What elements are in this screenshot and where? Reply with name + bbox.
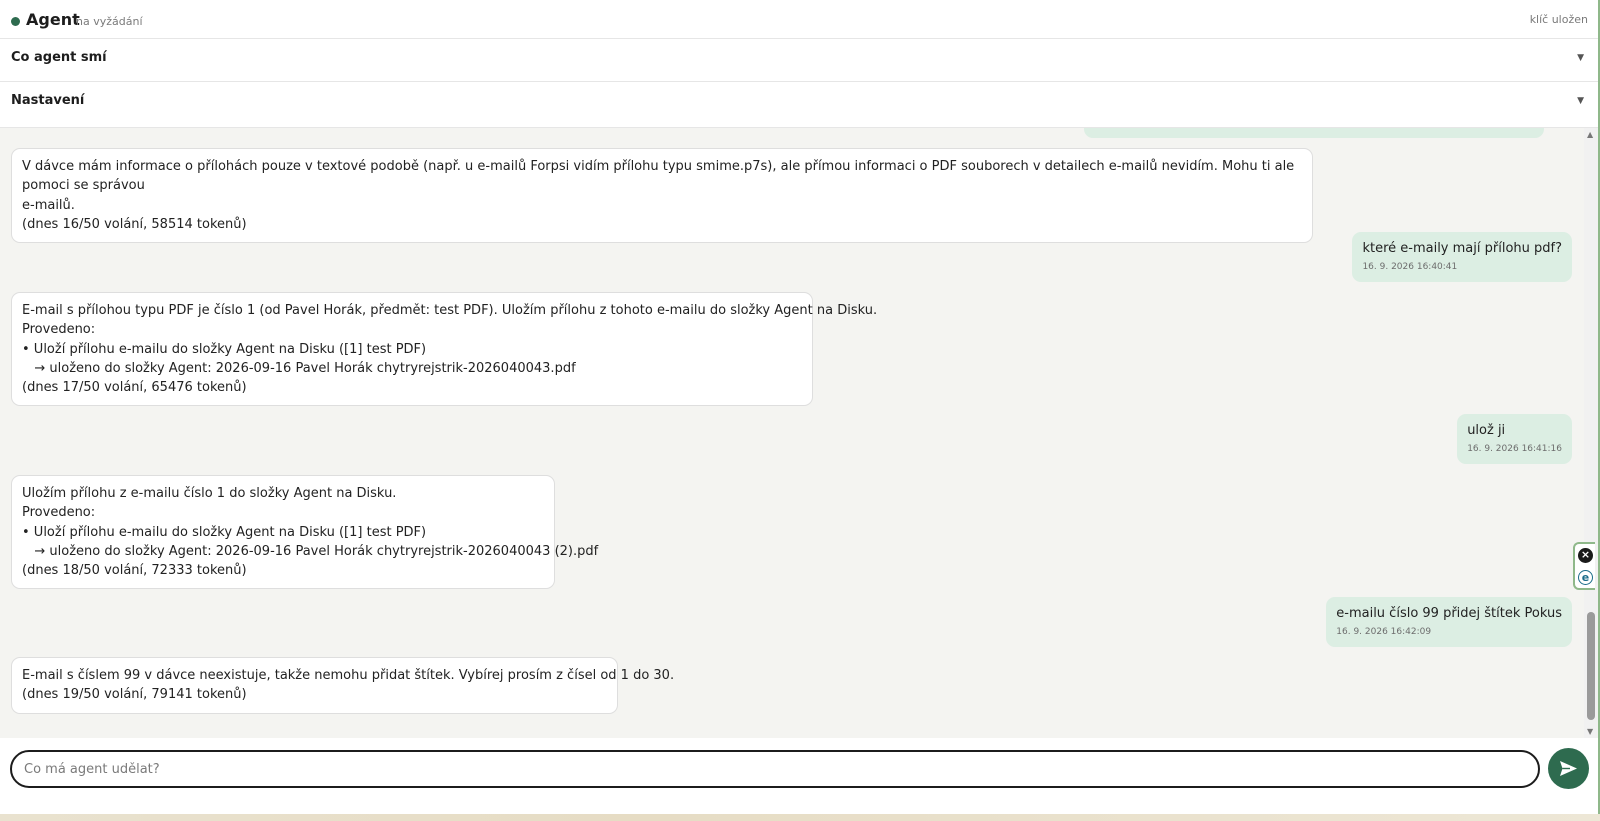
- message-line: • Uloží přílohu e-mailu do složky Agent …: [22, 524, 427, 540]
- chevron-down-icon: ▼: [1577, 53, 1584, 63]
- agent-message: E-mail s číslem 99 v dávce neexistuje, t…: [11, 657, 675, 714]
- message-line: V dávce mám informace o přílohách pouze …: [22, 159, 1295, 194]
- top-bar: Agent na vyžádání klíč uložen: [0, 0, 1598, 39]
- close-icon[interactable]: ×: [1578, 548, 1593, 563]
- e-icon[interactable]: e: [1578, 570, 1593, 585]
- agent-message: E-mail s přílohou typu PDF je číslo 1 (o…: [11, 292, 878, 407]
- message-line: • Uloží přílohu e-mailu do složky Agent …: [22, 341, 427, 357]
- message-line: Provedeno:: [22, 322, 96, 338]
- message-timestamp: 16. 9. 2026 16:40:41: [1362, 262, 1458, 273]
- composer: [0, 738, 1598, 814]
- message-text: které e-maily mají přílohu pdf?: [1362, 241, 1562, 256]
- agent-mode: na vyžádání: [76, 15, 143, 28]
- message-line: Provedeno:: [22, 505, 96, 521]
- previous-message-fragment: [1084, 128, 1544, 138]
- chevron-down-icon: ▼: [1577, 96, 1584, 106]
- agent-panel: Agent na vyžádání klíč uložen Co agent s…: [0, 0, 1600, 814]
- section-permissions-toggle[interactable]: Co agent smí ▼: [0, 39, 1598, 82]
- message-line: E-mail s přílohou typu PDF je číslo 1 (o…: [22, 303, 878, 318]
- prompt-input[interactable]: [10, 750, 1540, 788]
- key-status: klíč uložen: [1529, 13, 1588, 26]
- user-message: které e-maily mají přílohu pdf? 16. 9. 2…: [1352, 232, 1572, 283]
- message-text: ulož ji: [1467, 423, 1506, 438]
- chat-scrollbar[interactable]: ▲ ▼: [1584, 128, 1598, 738]
- user-message: e-mailu číslo 99 přidej štítek Pokus 16.…: [1326, 597, 1572, 648]
- message-line: Uložím přílohu z e-mailu číslo 1 do slož…: [22, 486, 397, 501]
- message-line: → uloženo do složky Agent: 2026-09-16 Pa…: [22, 360, 576, 376]
- section-settings-label: Nastavení: [11, 93, 85, 108]
- scroll-thumb[interactable]: [1587, 612, 1595, 720]
- scroll-up-icon[interactable]: ▲: [1587, 130, 1593, 139]
- message-line: (dnes 18/50 volání, 72333 tokenů): [22, 563, 247, 579]
- message-line: e-mailů.: [22, 197, 75, 213]
- message-line: (dnes 19/50 volání, 79141 tokenů): [22, 687, 247, 703]
- send-button[interactable]: [1548, 748, 1589, 789]
- user-message: ulož ji 16. 9. 2026 16:41:16: [1457, 414, 1572, 465]
- send-icon: [1560, 761, 1577, 776]
- status-dot: [11, 17, 20, 26]
- agent-message: Uložím přílohu z e-mailu číslo 1 do slož…: [11, 475, 599, 590]
- message-line: → uloženo do složky Agent: 2026-09-16 Pa…: [22, 543, 599, 559]
- message-text: e-mailu číslo 99 přidej štítek Pokus: [1336, 606, 1562, 621]
- desktop-background: [0, 814, 1600, 821]
- section-permissions-label: Co agent smí: [11, 50, 107, 65]
- extension-widget: × e: [1573, 542, 1595, 590]
- message-line: (dnes 17/50 volání, 65476 tokenů): [22, 380, 247, 396]
- section-settings-toggle[interactable]: Nastavení ▼: [0, 82, 1598, 128]
- message-line: (dnes 16/50 volání, 58514 tokenů): [22, 216, 247, 232]
- scroll-down-icon[interactable]: ▼: [1587, 727, 1593, 736]
- message-line: E-mail s číslem 99 v dávce neexistuje, t…: [22, 668, 675, 683]
- chat-history: V dávce mám informace o přílohách pouze …: [0, 128, 1584, 738]
- message-timestamp: 16. 9. 2026 16:42:09: [1336, 627, 1432, 638]
- message-timestamp: 16. 9. 2026 16:41:16: [1467, 444, 1562, 455]
- agent-message: V dávce mám informace o přílohách pouze …: [11, 148, 1313, 244]
- agent-title: Agent: [26, 10, 80, 29]
